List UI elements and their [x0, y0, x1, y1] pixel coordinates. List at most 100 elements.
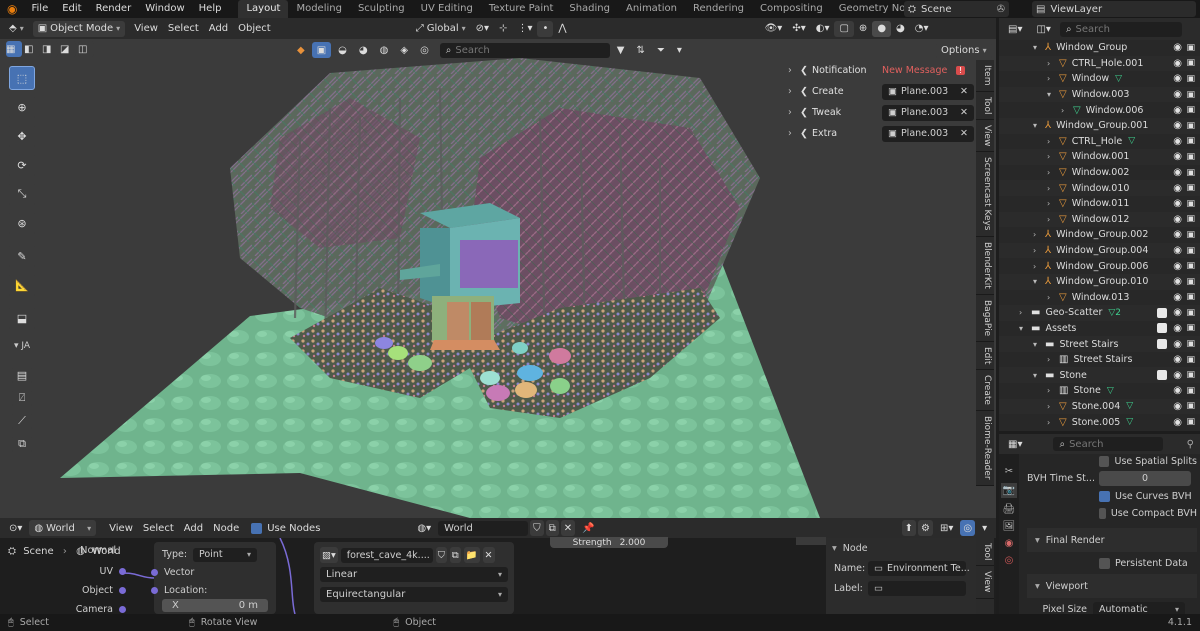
eye-icon[interactable]: ◉ [1173, 307, 1182, 318]
workspace-tab-modeling[interactable]: Modeling [288, 0, 350, 18]
projection-dropdown[interactable]: Equirectangular ▾ [320, 587, 508, 602]
location-socket[interactable] [151, 586, 158, 594]
workspace-tab-uv-editing[interactable]: UV Editing [413, 0, 481, 18]
node-tool-2-icon[interactable]: ⚙ [918, 520, 933, 536]
chevron-right-icon[interactable]: › [1033, 262, 1045, 271]
eye-icon[interactable]: ◉ [1173, 58, 1182, 69]
use-curves-bvh-row[interactable]: Use Curves BVH [1027, 488, 1197, 505]
output-tab-icon[interactable]: 🖨 [1003, 504, 1016, 515]
pin-icon[interactable]: ✇ [997, 4, 1005, 15]
transform-icon[interactable]: ⊛ [9, 211, 35, 235]
output-socket[interactable] [119, 606, 126, 613]
scene-tab-icon[interactable]: ◉ [1005, 538, 1014, 549]
checkbox-checked[interactable] [1099, 491, 1110, 502]
outliner-item[interactable]: › ▽ Window.012 ◉ ▣ [999, 211, 1200, 228]
node-tool-4-icon[interactable]: ◎ [960, 520, 976, 536]
sidebar-tab-create[interactable]: Create [976, 370, 994, 412]
chevron-right-icon[interactable]: › [1047, 215, 1059, 224]
chevron-right-icon[interactable]: › [1047, 293, 1059, 302]
outliner-item[interactable]: › ▽ Window.002 ◉ ▣ [999, 165, 1200, 181]
node-sidebar-tab-tool[interactable]: Tool [976, 538, 994, 567]
x-field[interactable]: X 0 m [162, 599, 268, 612]
chevron-right-icon[interactable]: › [1047, 137, 1059, 146]
strength-field[interactable]: Strength 2.000 [550, 537, 668, 548]
outliner-item[interactable]: › ▬ Geo-Scatter ▽2 ◉ ▣ [999, 305, 1200, 321]
outliner-item[interactable]: ▾ ⅄ Window_Group.010 ◉ ▣ [999, 273, 1200, 290]
chevron-right-icon[interactable]: › [1061, 106, 1073, 115]
eye-icon[interactable]: ◉ [1173, 89, 1182, 100]
outliner-item[interactable]: › ▽ Window.010 ◉ ▣ [999, 180, 1200, 196]
chevron-right-icon[interactable]: › [788, 65, 796, 76]
node-editor[interactable]: ⊙▾ ◍ World ▾ View Select Add Node Use Nodes ◍… [0, 518, 996, 614]
transform-orientation[interactable]: ⤢ Global ▾ [411, 21, 471, 37]
checkbox[interactable] [1099, 508, 1106, 519]
image-browse-icon[interactable]: ▨▾ [320, 547, 338, 563]
world-icon[interactable]: ◍▾ [412, 520, 436, 536]
final-render-panel[interactable]: ▾ Final Render [1027, 528, 1197, 552]
camera-icon[interactable]: ▣ [1186, 105, 1195, 115]
camera-icon[interactable]: ▣ [1186, 339, 1195, 349]
overlay-icon[interactable]: ◐▾ [811, 21, 835, 37]
world-tab-icon[interactable]: ◎ [1005, 555, 1014, 566]
addon-tool-1-icon[interactable]: ▤ [12, 366, 32, 384]
viewport-menu-add[interactable]: Add [204, 21, 233, 37]
include-checkbox[interactable] [1157, 307, 1167, 318]
notify-object-field[interactable]: ▣ Plane.003 ✕ [881, 125, 974, 142]
node-tool-5-icon[interactable]: ▾ [977, 520, 992, 536]
outliner-item[interactable]: › ▥ Stone ▽ ◉ ▣ [999, 383, 1200, 399]
chevron-right-icon[interactable]: › [788, 128, 796, 139]
filter-other-icon[interactable]: ◎ [415, 42, 434, 58]
filter-world-icon[interactable]: ◍ [375, 42, 394, 58]
eye-icon[interactable]: ◉ [1173, 323, 1182, 334]
node-sidebar-tab-view[interactable]: View [976, 566, 994, 599]
eye-icon[interactable]: ◉ [1173, 214, 1182, 225]
properties-editor-icon[interactable]: ▦▾ [1003, 436, 1027, 452]
sort-icon[interactable]: ⇅ [632, 42, 650, 58]
eye-icon[interactable]: ◉ [1173, 120, 1182, 131]
view-layer-tab-icon[interactable]: 🖼 [1003, 521, 1016, 532]
chevron-down-icon[interactable]: ▾ [1019, 324, 1031, 333]
close-icon[interactable]: ✕ [960, 107, 968, 118]
chevron-right-icon[interactable]: › [1047, 74, 1059, 83]
chevron-right-icon[interactable]: › [1047, 59, 1059, 68]
tool-tab-icon[interactable]: ✂ [1005, 466, 1013, 477]
rotate-icon[interactable]: ⟳ [9, 153, 35, 177]
proportional-icon[interactable]: • [537, 20, 554, 37]
select-invert-icon[interactable]: ◪ [60, 41, 76, 57]
eye-icon[interactable]: ◉ [1173, 167, 1182, 178]
node-menu-add[interactable]: Add [179, 520, 208, 536]
outliner-item[interactable]: › ▽ Window ▽ ◉ ▣ [999, 71, 1200, 87]
camera-icon[interactable]: ▣ [1186, 152, 1195, 162]
unlink-icon[interactable]: ✕ [560, 520, 576, 536]
chevron-down-icon[interactable]: ▾ [1033, 371, 1045, 380]
select-subtract-icon[interactable]: ◨ [42, 41, 58, 57]
outliner-search[interactable]: ⌕ Search [1059, 21, 1182, 37]
viewport-menu-object[interactable]: Object [233, 21, 276, 37]
unlink-icon[interactable]: ✕ [482, 547, 495, 563]
menu-render[interactable]: Render [89, 0, 139, 18]
node-tool-3-icon[interactable]: ⊞▾ [935, 520, 958, 536]
filter-tools-icon[interactable]: ◆ [292, 42, 310, 58]
fake-user-icon[interactable]: ⛉ [435, 547, 447, 563]
add-cube-icon[interactable]: ⬓ [9, 306, 35, 330]
chevron-right-icon[interactable]: › [1047, 418, 1059, 427]
outliner-editor-icon[interactable]: ▤▾ [1003, 21, 1027, 37]
node-editor-type-icon[interactable]: ⊙▾ [4, 520, 27, 536]
outliner-item[interactable]: › ▽ Stone.004 ▽ ◉ ▣ [999, 398, 1200, 415]
menu-edit[interactable]: Edit [55, 0, 88, 18]
outliner-item[interactable]: › ▽ CTRL_Hole.001 ◉ ▣ [999, 55, 1200, 72]
camera-icon[interactable]: ▣ [1186, 308, 1195, 318]
filter-camera-icon[interactable]: ◈ [395, 42, 413, 58]
eye-icon[interactable]: ◉ [1173, 42, 1182, 53]
camera-icon[interactable]: ▣ [1186, 74, 1195, 84]
viewport-panel[interactable]: ▾ Viewport [1027, 574, 1197, 598]
render-tab-icon[interactable]: 📷 [1000, 483, 1018, 498]
outliner-item[interactable]: › ▽ Stone.005 ▽ ◉ ▣ [999, 414, 1200, 430]
workspace-tab-layout[interactable]: Layout [238, 0, 289, 18]
alert-icon[interactable]: ! [955, 66, 966, 75]
use-nodes-toggle[interactable]: Use Nodes [246, 520, 325, 536]
editor-type-icon[interactable]: ⬘ ▾ [4, 21, 29, 37]
camera-icon[interactable]: ▣ [1186, 401, 1195, 411]
node-menu-select[interactable]: Select [138, 520, 179, 536]
workspace-tab-texture-paint[interactable]: Texture Paint [481, 0, 562, 18]
